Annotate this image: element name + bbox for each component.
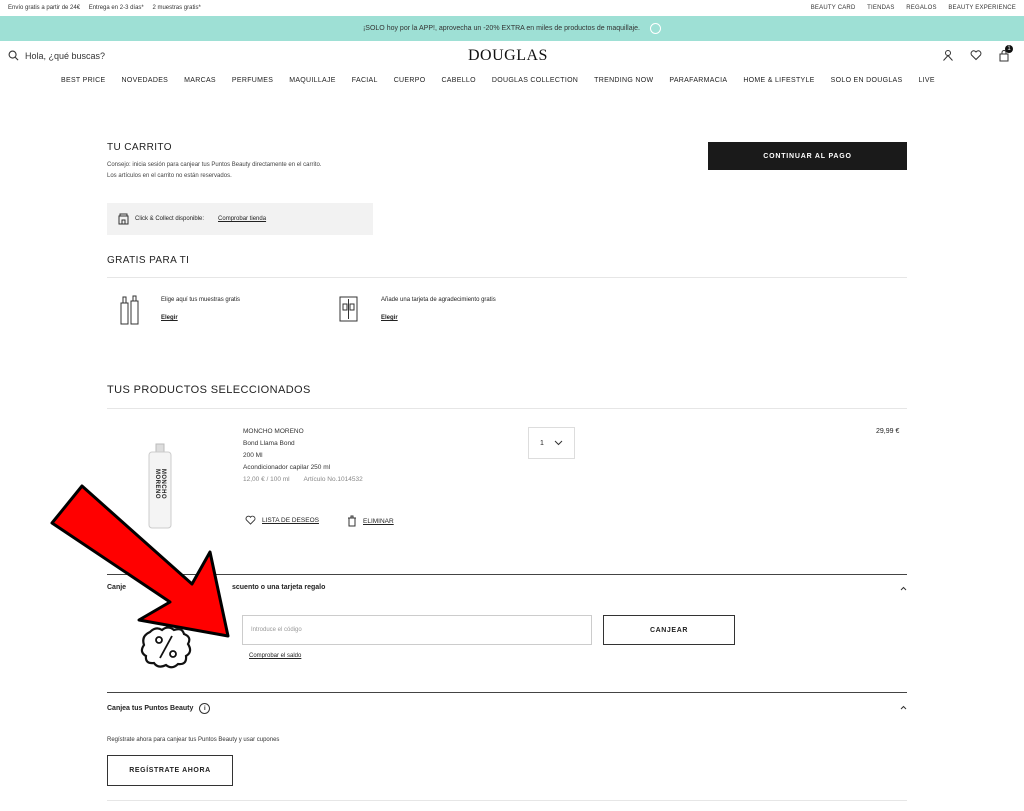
promo-text: ¡SOLO hoy por la APP!, aprovecha un -20%…	[362, 25, 641, 32]
product-name[interactable]: Bond Llama Bond	[243, 438, 363, 450]
greeting-card: Añade una tarjeta de agradecimiento grat…	[381, 297, 496, 321]
utility-link-beauty-card[interactable]: BEAUTY CARD	[811, 5, 856, 11]
points-header[interactable]: Canjea tus Puntos Beauty i	[107, 703, 211, 714]
click-collect-box: Click & Collect disponible: Comprobar ti…	[107, 203, 373, 235]
nav-solo-en-douglas[interactable]: SOLO EN DOUGLAS	[831, 77, 903, 84]
divider	[107, 692, 907, 693]
cart-button[interactable]: 1	[998, 45, 1013, 67]
top-utility-bar: Envío gratis a partir de 24€ Entrega en …	[0, 0, 1024, 16]
nav-novedades[interactable]: NOVEDADES	[122, 77, 169, 84]
nav-home-lifestyle[interactable]: HOME & LIFESTYLE	[743, 77, 814, 84]
divider	[107, 277, 907, 278]
utility-link-tiendas[interactable]: TIENDAS	[867, 5, 894, 11]
nav-facial[interactable]: FACIAL	[352, 77, 378, 84]
user-icon[interactable]	[942, 49, 954, 61]
product-brand[interactable]: MONCHO MORENO	[243, 426, 363, 438]
voucher-placeholder: Introduce el código	[251, 627, 302, 633]
remove-action[interactable]: ELIMINAR	[347, 515, 394, 527]
chevron-down-icon	[554, 440, 563, 446]
points-text: Regístrate ahora para canjear tus Puntos…	[107, 737, 280, 743]
trash-icon	[348, 515, 356, 527]
article-number: Artículo No.1014532	[303, 476, 363, 483]
heart-icon[interactable]	[970, 49, 982, 61]
shipping-info-item: Envío gratis a partir de 24€	[8, 5, 81, 11]
utility-link-regalos[interactable]: REGALOS	[906, 5, 936, 11]
search-icon	[8, 50, 19, 61]
choose-card-link[interactable]: Elegir	[381, 315, 496, 321]
products-section: TUS PRODUCTOS SELECCIONADOS	[107, 384, 907, 396]
nav-live[interactable]: LIVE	[918, 77, 934, 84]
click-collect-label: Click & Collect disponible:	[135, 216, 205, 222]
nav-trending-now[interactable]: TRENDING NOW	[594, 77, 653, 84]
nav-best-price[interactable]: BEST PRICE	[61, 77, 106, 84]
gifts-section: GRATIS PARA TI	[107, 255, 907, 266]
shipping-info-item: 2 muestras gratis*	[152, 5, 201, 11]
check-balance-link[interactable]: Comprobar el saldo	[249, 653, 301, 659]
divider	[107, 408, 907, 409]
shipping-info-item: Entrega en 2-3 días*	[88, 5, 144, 11]
nav-cabello[interactable]: CABELLO	[441, 77, 475, 84]
product-details: MONCHO MORENO Bond Llama Bond 200 Ml Aco…	[243, 426, 363, 486]
cart-tip-reserved: Los artículos en el carrito no están res…	[107, 173, 232, 179]
remove-link[interactable]: ELIMINAR	[363, 518, 394, 525]
quantity-value: 1	[540, 439, 544, 447]
choose-samples-link[interactable]: Elegir	[161, 315, 240, 321]
product-description: Acondicionador capilar 250 ml	[243, 464, 331, 471]
search-input[interactable]: Hola, ¿qué buscas?	[8, 50, 105, 61]
search-placeholder: Hola, ¿qué buscas?	[25, 50, 106, 61]
percent-badge-icon	[140, 626, 192, 669]
info-icon[interactable]	[650, 23, 662, 34]
site-header: Hola, ¿qué buscas? DOUGLAS 1	[0, 45, 1024, 69]
gifts-title: GRATIS PARA TI	[107, 255, 190, 266]
heart-icon	[245, 515, 256, 525]
points-title: Canjea tus Puntos Beauty	[107, 705, 194, 712]
checkout-button[interactable]: CONTINUAR AL PAGO	[708, 142, 907, 170]
douglas-logo[interactable]: DOUGLAS	[468, 47, 548, 65]
free-samples-text: Elige aquí tus muestras gratis	[161, 297, 241, 303]
nav-parafarmacia[interactable]: PARAFARMACIA	[669, 77, 727, 84]
samples-icon	[120, 295, 139, 325]
greeting-card-icon	[339, 296, 358, 322]
cart-count-badge: 1	[1005, 45, 1013, 53]
shipping-info: Envío gratis a partir de 24€ Entrega en …	[8, 5, 208, 11]
product-meta: 12,00 € / 100 ml Artículo No.1014532	[243, 474, 363, 486]
divider	[107, 800, 907, 801]
nav-douglas-collection[interactable]: DOUGLAS COLLECTION	[492, 77, 578, 84]
voucher-code-input[interactable]: Introduce el código	[242, 615, 592, 645]
product-size: 200 Ml	[243, 452, 263, 459]
promo-banner[interactable]: ¡SOLO hoy por la APP!, aprovecha un -20%…	[0, 16, 1024, 41]
product-price: 29,99 €	[876, 428, 900, 435]
store-icon	[118, 213, 129, 225]
quantity-select[interactable]: 1	[528, 427, 575, 459]
register-button[interactable]: REGÍSTRATE AHORA	[107, 755, 233, 786]
chevron-up-icon[interactable]	[900, 586, 907, 591]
chevron-up-icon[interactable]	[900, 705, 907, 710]
utility-link-beauty-experience[interactable]: BEAUTY EXPERIENCE	[948, 5, 1016, 11]
check-store-link[interactable]: Comprobar tienda	[218, 216, 266, 222]
nav-perfumes[interactable]: PERFUMES	[232, 77, 273, 84]
nav-marcas[interactable]: MARCAS	[184, 77, 216, 84]
utility-links: BEAUTY CARD TIENDAS REGALOS BEAUTY EXPER…	[801, 5, 1016, 11]
header-icons: 1	[942, 45, 1013, 67]
redeem-button[interactable]: CANJEAR	[603, 615, 735, 645]
wishlist-link[interactable]: LISTA DE DESEOS	[262, 517, 319, 524]
unit-price: 12,00 € / 100 ml	[243, 476, 290, 483]
nav-cuerpo[interactable]: CUERPO	[394, 77, 426, 84]
products-title: TUS PRODUCTOS SELECCIONADOS	[107, 384, 311, 396]
nav-maquillaje[interactable]: MAQUILLAJE	[289, 77, 336, 84]
main-nav: BEST PRICE NOVEDADES MARCAS PERFUMES MAQ…	[61, 77, 951, 84]
free-samples: Elige aquí tus muestras gratis Elegir	[161, 297, 240, 321]
greeting-card-text: Añade una tarjeta de agradecimiento grat…	[381, 297, 496, 303]
info-icon[interactable]: i	[199, 703, 211, 714]
voucher-title-end[interactable]: scuento o una tarjeta regalo	[232, 584, 325, 591]
wishlist-action[interactable]: LISTA DE DESEOS	[245, 515, 319, 525]
